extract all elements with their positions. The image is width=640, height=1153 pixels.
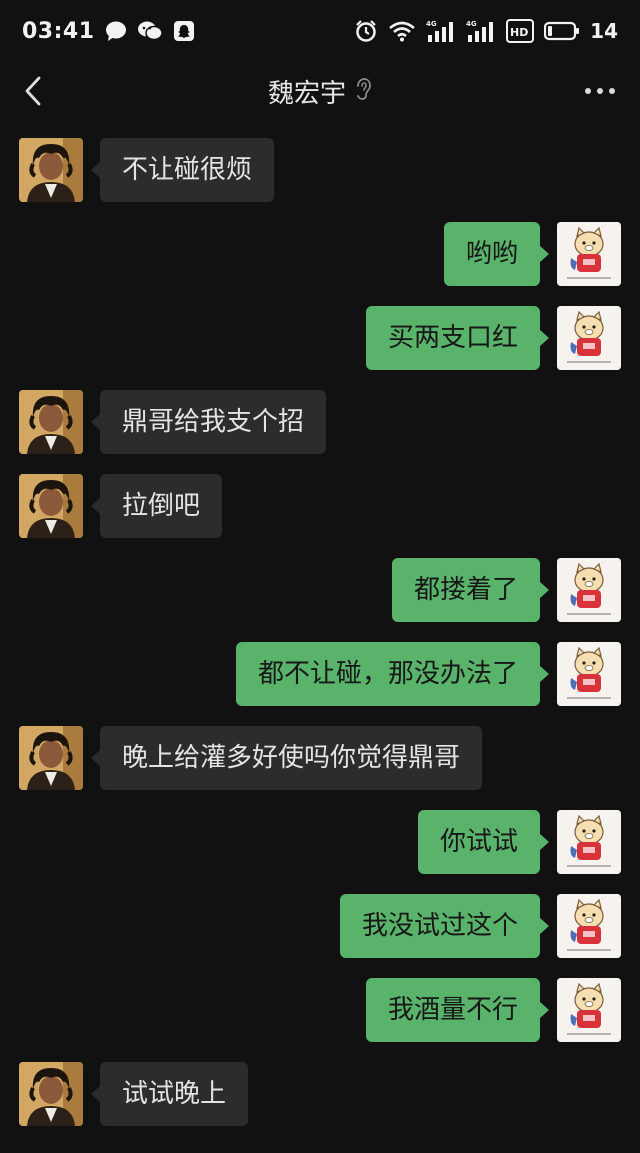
- user-avatar[interactable]: [557, 306, 621, 370]
- outgoing-message-bubble[interactable]: 都不让碰，那没办法了: [235, 642, 550, 706]
- incoming-message-row: 拉倒吧: [0, 474, 640, 540]
- contact-avatar[interactable]: [19, 1062, 83, 1126]
- user-avatar[interactable]: [557, 810, 621, 874]
- outgoing-message-bubble[interactable]: 我酒量不行: [365, 978, 550, 1042]
- incoming-message-row: 不让碰很烦: [0, 138, 640, 204]
- incoming-message-row: 晚上给灌多好使吗你觉得鼎哥: [0, 726, 640, 792]
- user-avatar[interactable]: [557, 642, 621, 706]
- incoming-message-bubble[interactable]: 鼎哥给我支个招: [90, 390, 327, 454]
- user-avatar[interactable]: [557, 222, 621, 286]
- incoming-message-bubble[interactable]: 拉倒吧: [90, 474, 223, 538]
- outgoing-message-row: 我酒量不行: [0, 978, 640, 1044]
- incoming-message-row: 试试晚上: [0, 1062, 640, 1128]
- incoming-message-bubble[interactable]: 晚上给灌多好使吗你觉得鼎哥: [90, 726, 483, 790]
- outgoing-message-row: 你试试: [0, 810, 640, 876]
- contact-avatar[interactable]: [19, 474, 83, 538]
- user-avatar[interactable]: [557, 978, 621, 1042]
- outgoing-message-row: 买两支口红: [0, 306, 640, 372]
- outgoing-message-bubble[interactable]: 你试试: [417, 810, 550, 874]
- user-avatar[interactable]: [557, 894, 621, 958]
- user-avatar[interactable]: [557, 558, 621, 622]
- incoming-message-bubble[interactable]: 不让碰很烦: [90, 138, 275, 202]
- contact-avatar[interactable]: [19, 726, 83, 790]
- message-list[interactable]: 不让碰很烦 哟哟 买两支口红 鼎哥给我支个招 拉倒吧 都搂着了 都不让碰，那没办…: [0, 0, 640, 1153]
- outgoing-message-bubble[interactable]: 都搂着了: [391, 558, 550, 622]
- outgoing-message-row: 哟哟: [0, 222, 640, 288]
- outgoing-message-row: 都搂着了: [0, 558, 640, 624]
- incoming-message-row: 鼎哥给我支个招: [0, 390, 640, 456]
- outgoing-message-row: 我没试过这个: [0, 894, 640, 960]
- contact-avatar[interactable]: [19, 138, 83, 202]
- incoming-message-bubble[interactable]: 试试晚上: [90, 1062, 249, 1126]
- outgoing-message-bubble[interactable]: 哟哟: [443, 222, 550, 286]
- contact-avatar[interactable]: [19, 390, 83, 454]
- outgoing-message-bubble[interactable]: 我没试过这个: [339, 894, 550, 958]
- outgoing-message-bubble[interactable]: 买两支口红: [365, 306, 550, 370]
- outgoing-message-row: 都不让碰，那没办法了: [0, 642, 640, 708]
